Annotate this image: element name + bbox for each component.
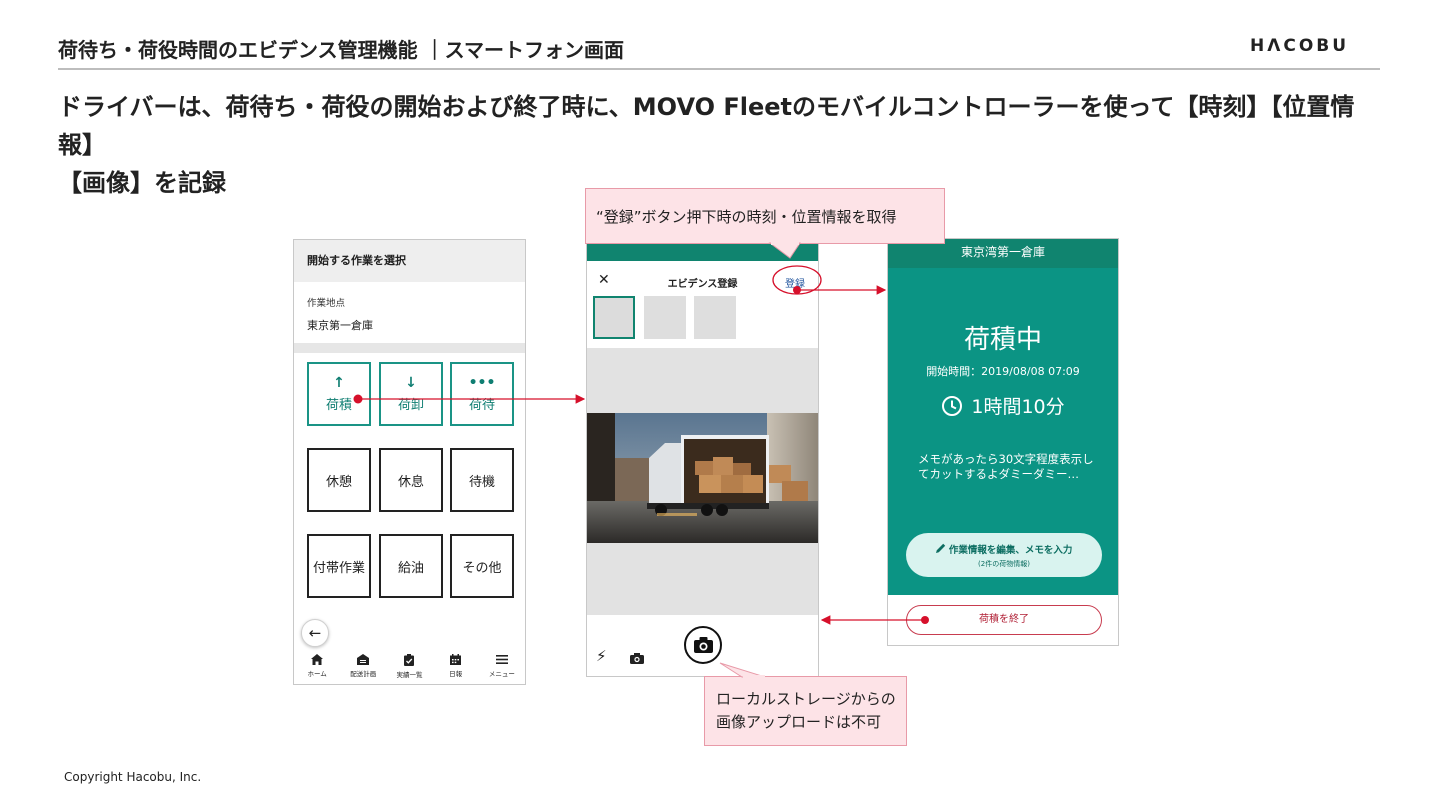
hacobu-logo: HΛCOBU — [1250, 36, 1350, 56]
task-tile-standby[interactable]: 待機 — [450, 448, 514, 512]
task-tile-loading[interactable]: ↑ 荷積 — [307, 362, 371, 426]
copyright: Copyright Hacobu, Inc. — [64, 770, 202, 784]
elapsed-time-value: 1時間10分 — [971, 396, 1065, 418]
memo-text: メモがあったら30文字程度表示してカットするよダミーダミー… — [918, 452, 1094, 481]
camera-icon — [693, 637, 713, 653]
nav-item-home[interactable]: ホーム — [295, 654, 339, 678]
edit-work-info-button[interactable]: 作業情報を編集、メモを入力 (2件の荷物情報) — [906, 533, 1102, 577]
evidence-register-screen: ✕ エビデンス登録 登録 ⚡ — [586, 242, 819, 677]
task-tile-label: 荷卸 — [397, 397, 424, 413]
task-tile-label: 休息 — [397, 474, 424, 490]
task-select-header: 開始する作業を選択 — [294, 240, 525, 282]
nav-label: ホーム — [307, 670, 327, 678]
arrow-down-icon: ↓ — [405, 374, 417, 391]
edit-work-info-sub: (2件の荷物情報) — [978, 559, 1030, 568]
task-tile-ancillary[interactable]: 付帯作業 — [307, 534, 371, 598]
task-tile-label: 待機 — [468, 474, 495, 490]
calendar-icon — [450, 654, 462, 665]
task-tile-label: 付帯作業 — [312, 560, 365, 576]
more-dots-icon: ••• — [468, 374, 496, 391]
arrow-left-icon: ← — [308, 624, 322, 642]
photo-thumbnail[interactable] — [694, 296, 736, 339]
background-header-strip — [587, 243, 818, 261]
work-location-value: 東京第一倉庫 — [307, 319, 373, 332]
register-button[interactable]: 登録 — [785, 275, 805, 290]
start-time: 開始時間：2019/08/08 07:09 — [926, 365, 1080, 378]
menu-icon — [495, 655, 508, 664]
task-select-title: 開始する作業を選択 — [307, 254, 406, 267]
upload-callout-line-1: ローカルストレージからの — [716, 690, 896, 708]
upload-callout: ローカルストレージからの 画像アップロードは不可 — [704, 676, 907, 746]
arrow-up-icon: ↑ — [333, 374, 345, 391]
pencil-icon — [935, 543, 945, 553]
nav-item-results[interactable]: 実績一覧 — [387, 654, 431, 679]
finish-loading-button[interactable]: 荷積を終了 — [906, 605, 1102, 635]
nav-item-daily-report[interactable]: 日報 — [434, 654, 478, 678]
task-tile-rest[interactable]: 休息 — [379, 448, 443, 512]
back-button[interactable]: ← — [301, 619, 329, 647]
photo-thumbnail-selected[interactable] — [593, 296, 635, 339]
photo-thumbnail[interactable] — [644, 296, 686, 339]
nav-label: 日報 — [449, 670, 463, 678]
truck-loading-photo — [587, 413, 818, 543]
task-tile-waiting[interactable]: ••• 荷待 — [450, 362, 514, 426]
headline: ドライバーは、荷待ち・荷役の開始および終了時に、MOVO Fleetのモバイルコ… — [58, 88, 1388, 202]
task-tile-label: 給油 — [397, 560, 424, 576]
flash-icon[interactable]: ⚡ — [596, 647, 607, 665]
page-title: 荷待ち・荷役時間のエビデンス管理機能 ｜スマートフォン画面 — [58, 38, 624, 62]
task-tile-label: 休憩 — [325, 474, 352, 490]
task-tile-break[interactable]: 休憩 — [307, 448, 371, 512]
task-tile-other[interactable]: その他 — [450, 534, 514, 598]
current-status: 荷積中 — [963, 325, 1042, 355]
task-tile-label: 荷積 — [325, 397, 352, 413]
headline-line-1: ドライバーは、荷待ち・荷役の開始および終了時に、MOVO Fleetのモバイルコ… — [58, 93, 1355, 159]
home-icon — [311, 654, 324, 665]
evidence-title: エビデンス登録 — [667, 279, 738, 290]
elapsed-time: 1時間10分 — [888, 392, 1118, 419]
task-tile-refuel[interactable]: 給油 — [379, 534, 443, 598]
header-divider — [58, 68, 1380, 70]
task-select-screen: 開始する作業を選択 作業地点 東京第一倉庫 ↑ 荷積 ↓ 荷卸 ••• 荷待 休… — [293, 239, 526, 685]
nav-label: 実績一覧 — [396, 671, 423, 679]
work-status-screen: 東京湾第一倉庫 荷積中 開始時間：2019/08/08 07:09 1時間10分… — [887, 238, 1119, 646]
shutter-button[interactable] — [684, 626, 722, 664]
bottom-nav: ホーム 配送計画 実績一覧 日報 メニュー — [294, 654, 525, 684]
edit-work-info-label: 作業情報を編集、メモを入力 — [935, 542, 1072, 556]
clipboard-icon — [404, 654, 415, 666]
register-callout: “登録”ボタン押下時の時刻・位置情報を取得 — [585, 188, 945, 244]
warehouse-icon — [357, 654, 370, 665]
nav-item-delivery-plan[interactable]: 配送計画 — [341, 654, 385, 678]
section-divider — [294, 343, 525, 353]
task-tile-label: 荷待 — [468, 397, 495, 413]
upload-callout-line-2: 画像アップロードは不可 — [716, 713, 882, 731]
nav-label: メニュー — [488, 670, 515, 678]
nav-label: 配送計画 — [350, 670, 377, 678]
clock-icon — [942, 395, 963, 416]
work-location-label: 作業地点 — [307, 298, 346, 309]
nav-item-menu[interactable]: メニュー — [480, 654, 524, 678]
switch-camera-icon[interactable] — [630, 649, 644, 668]
task-tile-unloading[interactable]: ↓ 荷卸 — [379, 362, 443, 426]
task-tile-label: その他 — [462, 560, 502, 576]
